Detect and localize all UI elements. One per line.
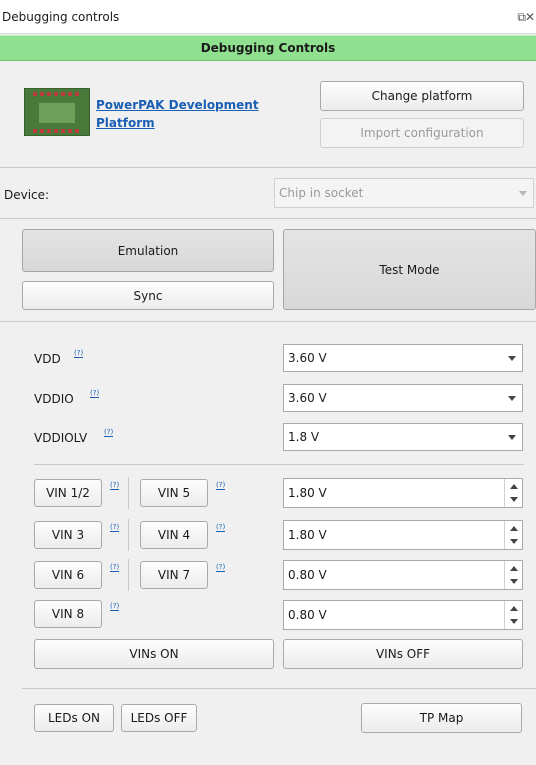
chevron-down-icon [508,356,516,361]
spin-arrows-icon[interactable] [504,601,522,629]
vin-5-help-icon[interactable]: (?) [216,482,226,490]
panel-header: Debugging Controls [0,35,536,61]
vdd-label: VDD [34,352,61,366]
separator [34,464,524,465]
separator [0,167,536,168]
vin-7-help-icon[interactable]: (?) [216,564,226,572]
emulation-button[interactable]: Emulation [22,229,274,272]
chevron-down-icon [519,191,527,196]
vin-7-button[interactable]: VIN 7 [140,561,208,589]
device-label: Device: [4,188,50,202]
window-titlebar: Debugging controls ⧉✕ [0,0,536,34]
vin-1-2-spinbox[interactable]: 1.80 V [283,478,523,508]
vddiolv-value: 1.8 V [288,430,320,444]
vin-1-2-help-icon[interactable]: (?) [110,482,120,490]
vddio-select[interactable]: 3.60 V [283,384,523,412]
window-title: Debugging controls [2,10,120,24]
chevron-down-icon [508,396,516,401]
vin-3-value: 1.80 V [288,528,327,542]
separator [0,321,536,322]
vin-3-button[interactable]: VIN 3 [34,521,102,549]
spin-arrows-icon[interactable] [504,561,522,589]
vin-6-button[interactable]: VIN 6 [34,561,102,589]
vin-8-help-icon[interactable]: (?) [110,603,120,611]
change-platform-button[interactable]: Change platform [320,81,524,111]
vin-8-value: 0.80 V [288,608,327,622]
vin-6-value: 0.80 V [288,568,327,582]
vdd-help-icon[interactable]: (?) [74,350,84,358]
platform-link-line2[interactable]: Platform [96,114,155,132]
divider [128,559,129,591]
divider [128,477,129,509]
vin-4-button[interactable]: VIN 4 [140,521,208,549]
vin-8-button[interactable]: VIN 8 [34,600,102,628]
window-controls-icon[interactable]: ⧉✕ [517,10,535,25]
leds-on-button[interactable]: LEDs ON [34,704,114,732]
sync-button[interactable]: Sync [22,281,274,310]
vdd-value: 3.60 V [288,351,327,365]
divider [128,519,129,551]
vddio-label: VDDIO [34,392,74,406]
vdd-select[interactable]: 3.60 V [283,344,523,372]
tp-map-button[interactable]: TP Map [361,703,522,733]
vins-on-button[interactable]: VINs ON [34,639,274,669]
vin-1-2-button[interactable]: VIN 1/2 [34,479,102,507]
device-select[interactable]: Chip in socket [274,178,534,208]
vin-6-spinbox[interactable]: 0.80 V [283,560,523,590]
vin-3-spinbox[interactable]: 1.80 V [283,520,523,550]
vins-off-button[interactable]: VINs OFF [283,639,523,669]
test-mode-button[interactable]: Test Mode [283,229,536,310]
vin-1-2-value: 1.80 V [288,486,327,500]
vin-3-help-icon[interactable]: (?) [110,524,120,532]
separator [0,218,536,219]
vin-8-spinbox[interactable]: 0.80 V [283,600,523,630]
leds-off-button[interactable]: LEDs OFF [121,704,197,732]
vddiolv-help-icon[interactable]: (?) [104,429,114,437]
separator [22,688,536,689]
vddiolv-select[interactable]: 1.8 V [283,423,523,451]
spin-arrows-icon[interactable] [504,479,522,507]
vin-4-help-icon[interactable]: (?) [216,524,226,532]
device-select-value: Chip in socket [279,186,364,200]
vddio-help-icon[interactable]: (?) [90,390,100,398]
vddio-value: 3.60 V [288,391,327,405]
vin-5-button[interactable]: VIN 5 [140,479,208,507]
spin-arrows-icon[interactable] [504,521,522,549]
chevron-down-icon [508,435,516,440]
vin-6-help-icon[interactable]: (?) [110,564,120,572]
vddiolv-label: VDDIOLV [34,431,88,445]
board-image-icon [24,88,90,136]
platform-link-line1[interactable]: PowerPAK Development [96,96,259,114]
import-configuration-button[interactable]: Import configuration [320,118,524,148]
